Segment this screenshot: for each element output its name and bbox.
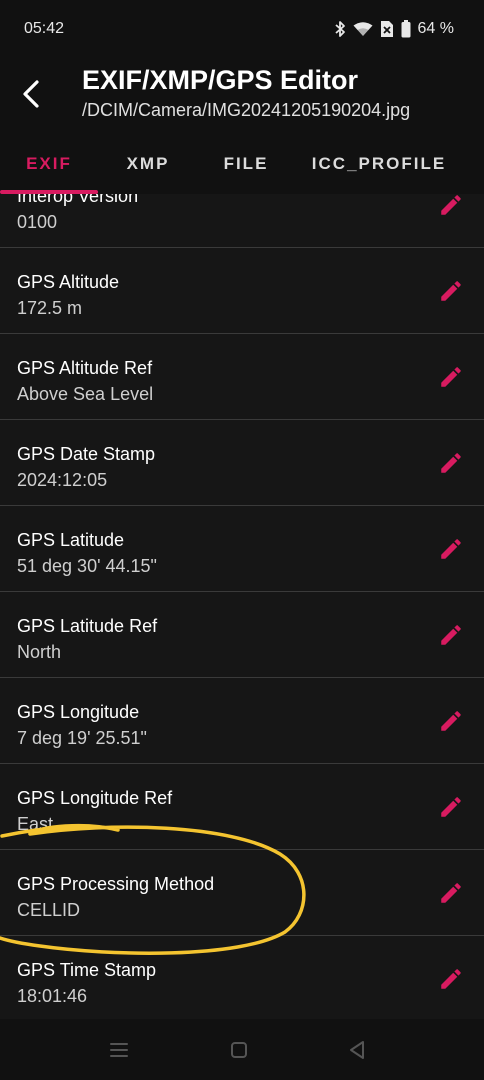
edit-button[interactable] xyxy=(436,706,466,736)
tab-icc-profile[interactable]: ICC_PROFILE xyxy=(294,138,464,190)
field-value: 18:01:46 xyxy=(17,986,88,1006)
battery-percent: 64 % xyxy=(417,20,454,37)
pencil-icon xyxy=(441,453,461,473)
list-item[interactable]: GPS Longitude 7 deg 19' 25.51" xyxy=(0,678,484,764)
list-item[interactable]: GPS Date Stamp 2024:12:05 xyxy=(0,420,484,506)
edit-button[interactable] xyxy=(436,620,466,650)
navigation-bar xyxy=(0,1019,484,1080)
field-label: GPS Altitude Ref xyxy=(17,358,153,378)
sim-off-icon xyxy=(380,20,394,38)
pencil-icon xyxy=(441,625,461,645)
list-item[interactable]: GPS Altitude Ref Above Sea Level xyxy=(0,334,484,420)
edit-button[interactable] xyxy=(436,964,466,994)
pencil-icon xyxy=(441,969,461,989)
list-item[interactable]: GPS Latitude 51 deg 30' 44.15" xyxy=(0,506,484,592)
exif-list[interactable]: Interop Version 0100 GPS Altitude 172.5 … xyxy=(0,194,484,1019)
pencil-icon xyxy=(441,883,461,903)
list-item[interactable]: GPS Latitude Ref North xyxy=(0,592,484,678)
app-bar: EXIF/XMP/GPS Editor /DCIM/Camera/IMG2024… xyxy=(0,58,484,138)
status-bar: 05:42 64 % xyxy=(0,0,484,58)
list-item[interactable]: Interop Version 0100 xyxy=(0,194,484,248)
edit-button[interactable] xyxy=(436,448,466,478)
field-label: GPS Processing Method xyxy=(17,874,215,894)
list-item[interactable]: GPS Altitude 172.5 m xyxy=(0,248,484,334)
edit-button[interactable] xyxy=(436,534,466,564)
pencil-icon xyxy=(441,367,461,387)
field-value: 7 deg 19' 25.51" xyxy=(17,728,147,748)
edit-button[interactable] xyxy=(436,362,466,392)
field-label: GPS Latitude Ref xyxy=(17,616,158,636)
list-item[interactable]: GPS Processing Method CELLID xyxy=(0,850,484,936)
field-label: GPS Altitude xyxy=(17,272,120,292)
list-item[interactable]: GPS Time Stamp 18:01:46 xyxy=(0,936,484,1019)
field-label: Interop Version xyxy=(17,194,139,206)
edit-button[interactable] xyxy=(436,194,466,220)
recents-menu-icon[interactable] xyxy=(108,1039,130,1061)
pencil-icon xyxy=(441,539,461,559)
field-value: Above Sea Level xyxy=(17,384,154,404)
tab-bar: EXIF XMP FILE ICC_PROFILE xyxy=(0,138,484,194)
field-value: CELLID xyxy=(17,900,81,920)
field-label: GPS Date Stamp xyxy=(17,444,156,464)
tab-xmp[interactable]: XMP xyxy=(98,138,198,190)
file-path: /DCIM/Camera/IMG20241205190204.jpg xyxy=(82,100,411,120)
field-value: 2024:12:05 xyxy=(17,470,108,490)
home-square-icon[interactable] xyxy=(228,1039,250,1061)
wifi-icon xyxy=(353,21,373,37)
back-button[interactable] xyxy=(14,74,48,114)
pencil-icon xyxy=(441,797,461,817)
field-label: GPS Longitude Ref xyxy=(17,788,173,808)
field-value: North xyxy=(17,642,62,662)
pencil-icon xyxy=(441,711,461,731)
battery-icon xyxy=(401,20,411,38)
app-title: EXIF/XMP/GPS Editor xyxy=(82,65,359,95)
status-time: 05:42 xyxy=(24,20,65,37)
pencil-icon xyxy=(441,281,461,301)
tab-file[interactable]: FILE xyxy=(198,138,294,190)
field-label: GPS Latitude xyxy=(17,530,125,550)
tab-exif[interactable]: EXIF xyxy=(0,138,98,190)
back-triangle-icon[interactable] xyxy=(346,1039,368,1061)
field-value: 0100 xyxy=(17,212,58,232)
field-value: East xyxy=(17,814,54,834)
bluetooth-icon xyxy=(334,20,346,38)
field-label: GPS Longitude xyxy=(17,702,140,722)
edit-button[interactable] xyxy=(436,878,466,908)
edit-button[interactable] xyxy=(436,792,466,822)
back-arrow-icon xyxy=(23,80,39,108)
screen: 05:42 64 % EXIF/XMP/GPS Editor /DCIM/Cam… xyxy=(0,0,484,1080)
field-label: GPS Time Stamp xyxy=(17,960,157,980)
list-item[interactable]: GPS Longitude Ref East xyxy=(0,764,484,850)
field-value: 51 deg 30' 44.15" xyxy=(17,556,157,576)
status-icons: 64 % xyxy=(334,19,454,39)
field-value: 172.5 m xyxy=(17,298,83,318)
edit-button[interactable] xyxy=(436,276,466,306)
pencil-icon xyxy=(441,195,461,215)
